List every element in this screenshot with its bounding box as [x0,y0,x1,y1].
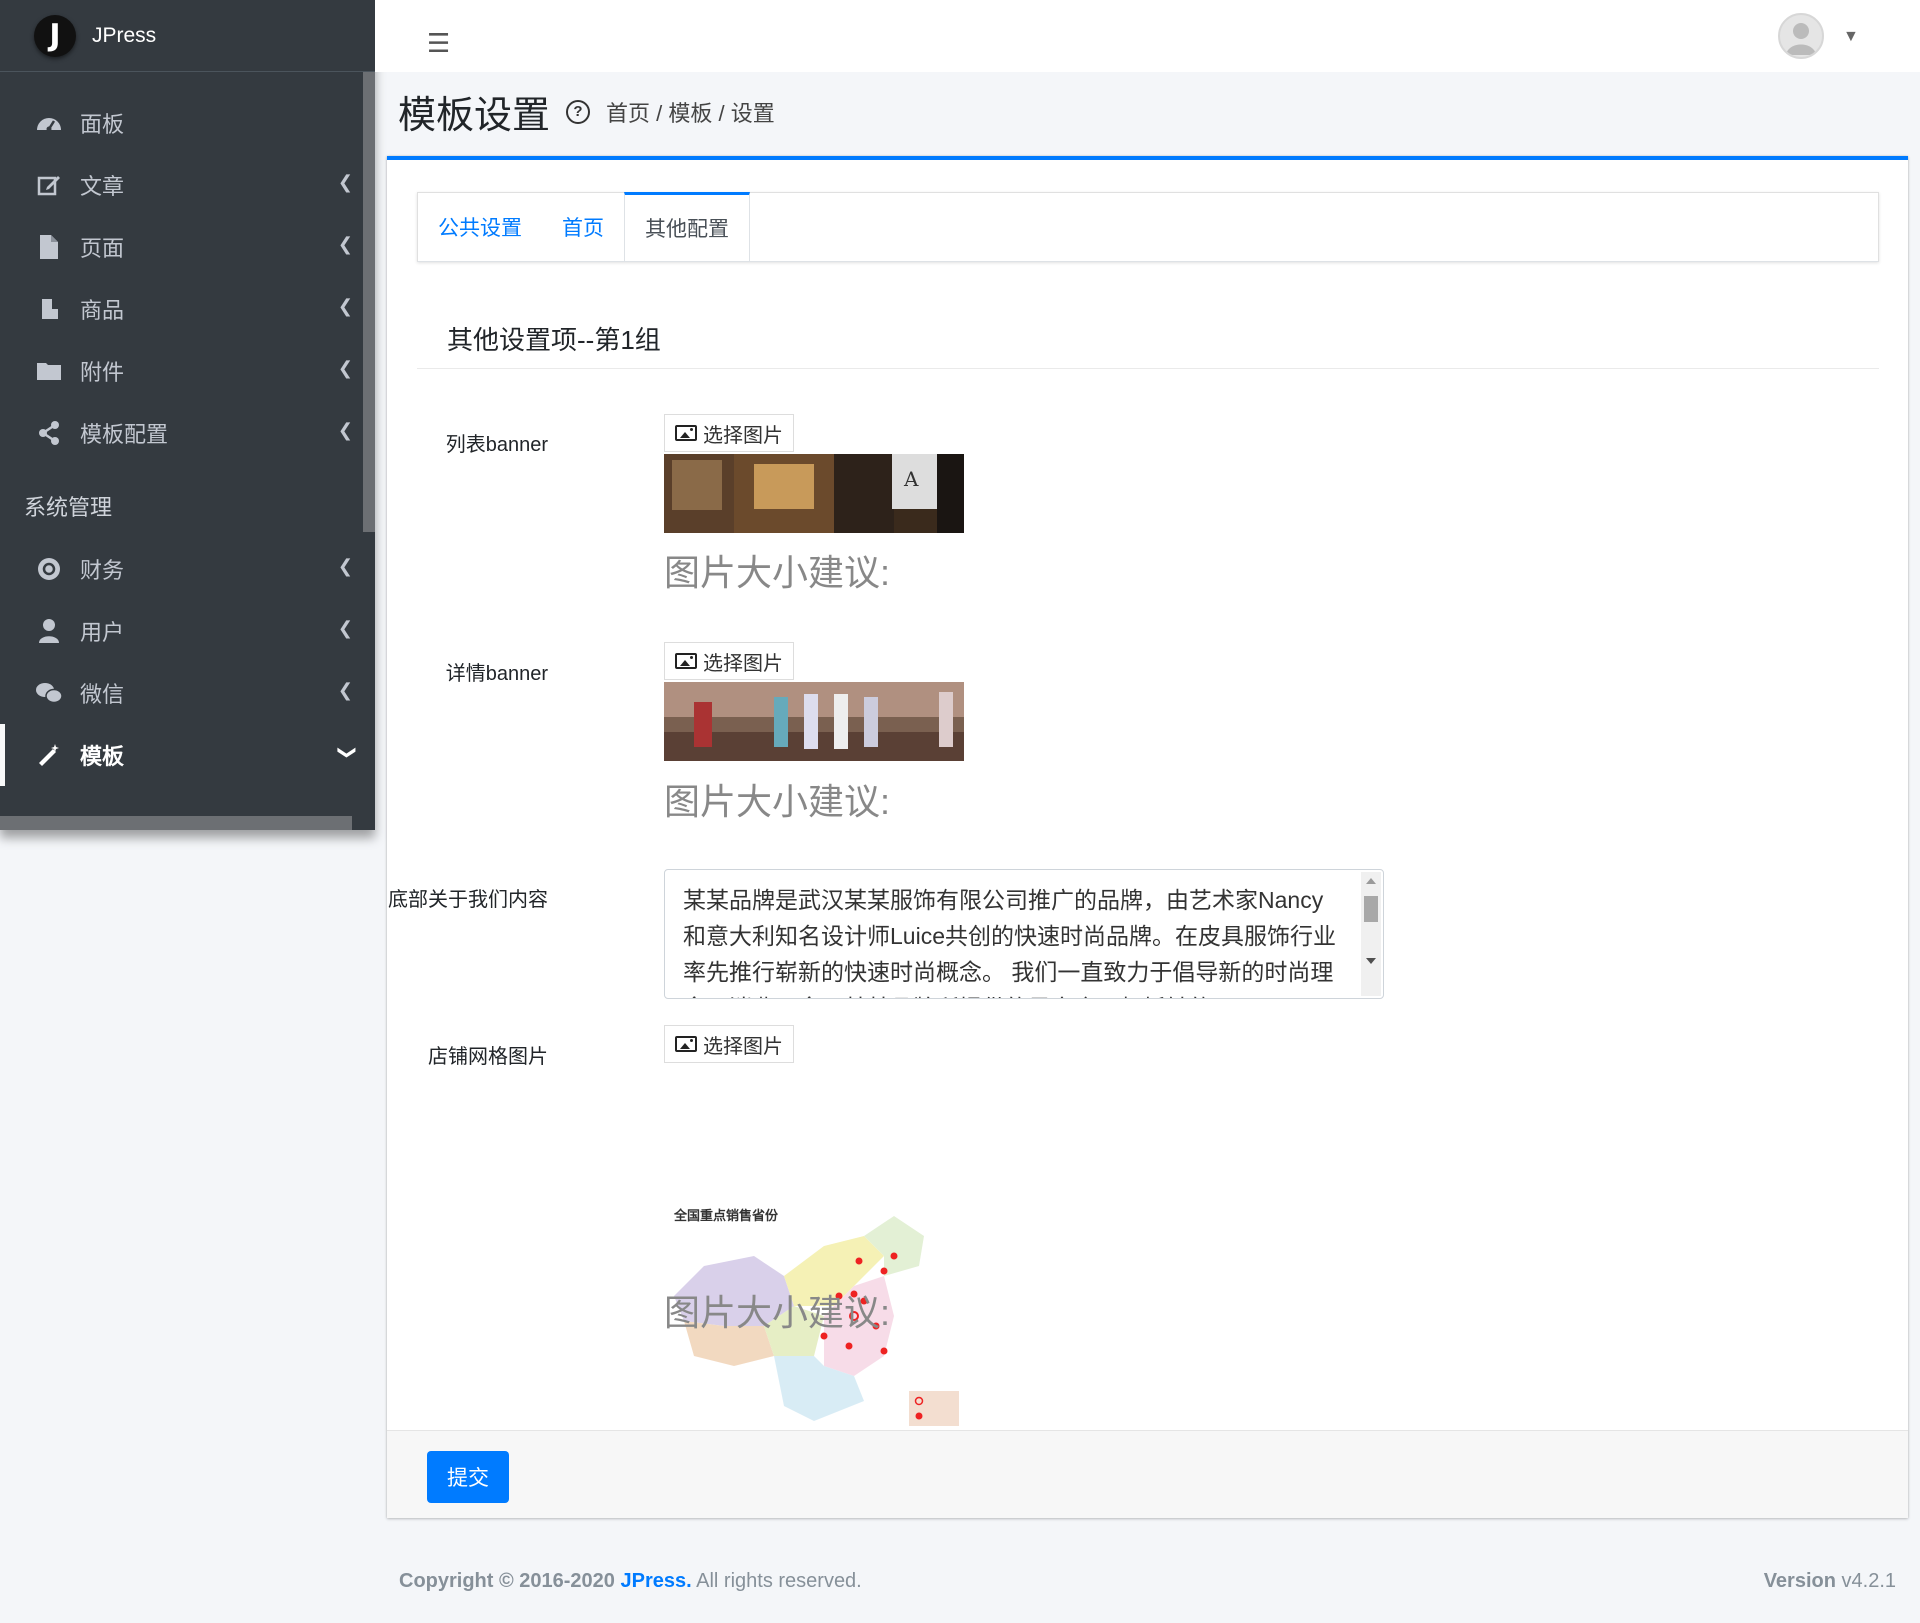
image-icon [675,1036,697,1052]
list-banner-label: 列表banner [445,434,548,456]
chevron-left-icon: ❮ [337,296,353,316]
chevron-left-icon: ❮ [337,420,353,440]
about-label: 底部关于我们内容 [388,889,548,911]
dashboard-icon [36,110,62,136]
sidebar-item-label: 页面 [80,236,125,261]
chevron-down-icon: ❮ [334,744,355,761]
scroll-thumb [1364,896,1378,922]
detail-banner-image [664,682,964,761]
sidebar-item-template-config[interactable]: 模板配置 ❮ [0,402,375,464]
image-icon [675,653,697,669]
sidebar-item-label: 微信 [80,682,125,707]
page-header: 模板设置 ? 首页 / 模板 / 设置 [398,84,775,139]
brand[interactable]: J JPress [0,0,375,72]
detail-banner-size-hint: 图片大小建议: [664,781,891,822]
sidebar-item-pages[interactable]: 页面 ❮ [0,216,375,278]
store-map-size-hint: 图片大小建议: [664,1292,891,1333]
sidebar-item-label: 模板 [80,744,125,769]
tab-home[interactable]: 首页 [542,193,624,261]
detail-banner-label: 详情banner [445,663,548,685]
sidebar-item-label: 附件 [80,360,125,385]
map-title: 全国重点销售省份 [673,1208,779,1224]
sidebar-item-finance[interactable]: 财务 ❮ [0,538,375,600]
sidebar: J JPress 面板 文章 ❮ 页面 ❮ 商品 ❮ 附件 ❮ 模板配置 ❮ 系… [0,0,375,830]
top-navbar: ☰ ▼ [375,0,1920,72]
chevron-left-icon: ❮ [337,172,353,192]
sidebar-item-wechat[interactable]: 微信 ❮ [0,662,375,724]
submit-button[interactable]: 提交 [427,1451,509,1503]
avatar-icon[interactable] [1778,13,1824,59]
sidebar-section-header: 系统管理 [24,495,113,520]
wechat-icon [36,680,62,706]
button-label: 选择图片 [703,652,783,675]
page-footer: Copyright © 2016-2020 JPress. All rights… [399,1570,862,1593]
sidebar-item-users[interactable]: 用户 ❮ [0,600,375,662]
sidebar-horizontal-scrollbar[interactable] [0,816,352,830]
section-divider [417,368,1879,369]
chevron-left-icon: ❮ [337,234,353,254]
rights-text: All rights reserved. [696,1570,862,1592]
tab-other-config[interactable]: 其他配置 [624,192,750,261]
sidebar-item-label: 财务 [80,558,125,583]
list-banner-image: A [664,454,964,533]
breadcrumb[interactable]: 首页 / 模板 / 设置 [606,96,775,128]
sidebar-item-label: 用户 [80,620,125,645]
sidebar-item-articles[interactable]: 文章 ❮ [0,154,375,216]
scroll-down-icon [1366,958,1376,964]
button-label: 选择图片 [703,424,783,447]
chevron-left-icon: ❮ [337,556,353,576]
version-label: Version [1763,1570,1836,1592]
chevron-left-icon: ❮ [337,680,353,700]
chevron-left-icon: ❮ [337,618,353,638]
sidebar-item-label: 模板配置 [80,422,169,447]
image-icon [675,425,697,441]
sidebar-item-label: 文章 [80,174,125,199]
page-title: 模板设置 [398,95,551,137]
detail-banner-select-button[interactable]: 选择图片 [664,642,794,680]
about-textarea[interactable]: 某某品牌是武汉某某服饰有限公司推广的品牌，由艺术家Nancy和意大利知名设计师L… [664,869,1384,999]
sidebar-system-nav: 财务 ❮ 用户 ❮ 微信 ❮ 模板 ❮ [0,538,375,786]
version-info: Version v4.2.1 [1764,1570,1896,1593]
store-map-select-button[interactable]: 选择图片 [664,1025,794,1063]
sidebar-item-dashboard[interactable]: 面板 [0,92,375,154]
sidebar-nav: 面板 文章 ❮ 页面 ❮ 商品 ❮ 附件 ❮ 模板配置 ❮ [0,92,375,464]
svg-text:A: A [903,467,919,491]
help-icon[interactable]: ? [566,99,591,124]
tab-bar: 公共设置 首页 其他配置 [417,192,1879,262]
share-icon [36,420,62,446]
finance-icon [36,556,62,582]
card-footer: 提交 [387,1430,1908,1518]
file-icon [36,234,62,260]
magic-wand-icon [36,742,62,768]
footer-brand-link[interactable]: JPress. [621,1570,692,1592]
button-label: 选择图片 [703,1035,783,1058]
sidebar-scrollbar[interactable] [363,72,375,532]
sidebar-item-label: 商品 [80,298,125,323]
section-title: 其他设置项--第1组 [447,325,661,355]
version-number: v4.2.1 [1841,1570,1896,1592]
edit-icon [36,172,62,198]
brand-logo: J [34,14,76,57]
sidebar-item-template[interactable]: 模板 ❮ [0,724,375,786]
sidebar-item-products[interactable]: 商品 ❮ [0,278,375,340]
product-icon [36,296,62,322]
chevron-left-icon: ❮ [337,358,353,378]
folder-icon [36,358,62,384]
textarea-scrollbar[interactable] [1361,872,1381,996]
hamburger-icon[interactable]: ☰ [427,28,450,59]
tab-common-settings[interactable]: 公共设置 [418,193,542,261]
list-banner-select-button[interactable]: 选择图片 [664,414,794,452]
user-menu-caret-icon[interactable]: ▼ [1843,28,1859,46]
list-banner-size-hint: 图片大小建议: [664,552,891,593]
brand-name: JPress [92,23,157,47]
scroll-up-icon [1366,878,1376,884]
settings-card: 公共设置 首页 其他配置 其他设置项--第1组 列表banner 选择图片 A … [387,156,1908,1518]
copyright-text: Copyright © 2016-2020 [399,1570,615,1592]
sidebar-item-attachments[interactable]: 附件 ❮ [0,340,375,402]
store-map-label: 店铺网格图片 [428,1046,548,1068]
sidebar-item-label: 面板 [80,112,125,137]
user-icon [36,618,62,644]
about-text: 某某品牌是武汉某某服饰有限公司推广的品牌，由艺术家Nancy和意大利知名设计师L… [683,887,1336,998]
